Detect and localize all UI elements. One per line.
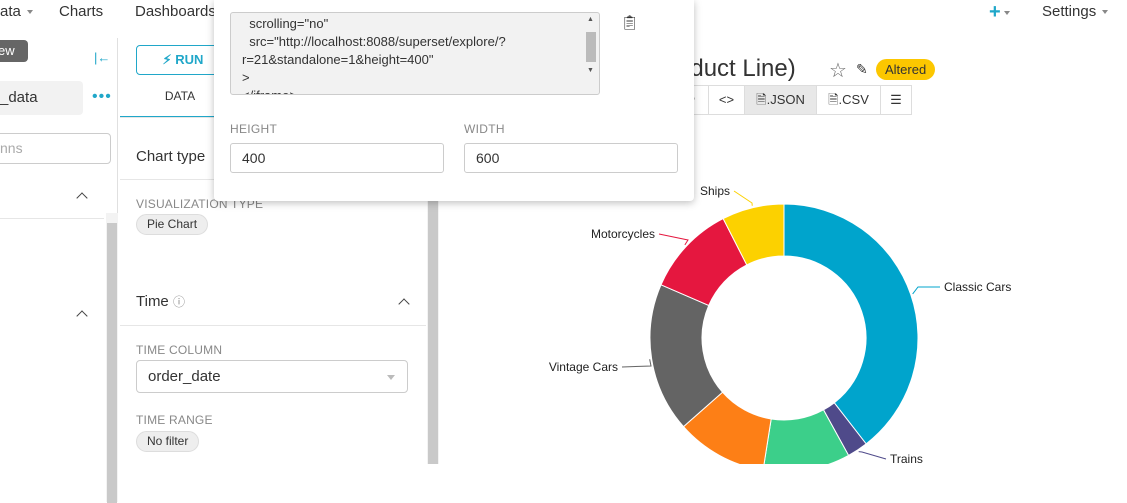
pie-slice-classic-cars[interactable] xyxy=(783,203,919,445)
label-leader-line xyxy=(658,233,689,246)
copy-icon[interactable]: 📋︎ xyxy=(621,14,639,31)
embed-code-textarea[interactable]: scrolling="no" src="http://localhost:808… xyxy=(230,12,600,95)
label-leader-line xyxy=(858,451,887,460)
width-label: WIDTH xyxy=(464,122,505,136)
width-input[interactable]: 600 xyxy=(464,143,678,173)
embed-popover: scrolling="no" src="http://localhost:808… xyxy=(214,0,694,201)
textarea-scrollbar[interactable]: ▲ ▼ xyxy=(584,12,598,95)
pie-label: Classic Cars xyxy=(944,280,1011,294)
pie-label: Vintage Cars xyxy=(549,360,618,374)
pie-label: Trains xyxy=(890,452,923,464)
label-leader-line xyxy=(912,286,940,295)
label-leader-line xyxy=(621,359,652,368)
label-leader-line xyxy=(733,190,753,206)
pie-label: Motorcycles xyxy=(591,227,655,241)
height-input[interactable]: 400 xyxy=(230,143,444,173)
pie-label: Ships xyxy=(700,184,730,198)
height-label: HEIGHT xyxy=(230,122,278,136)
